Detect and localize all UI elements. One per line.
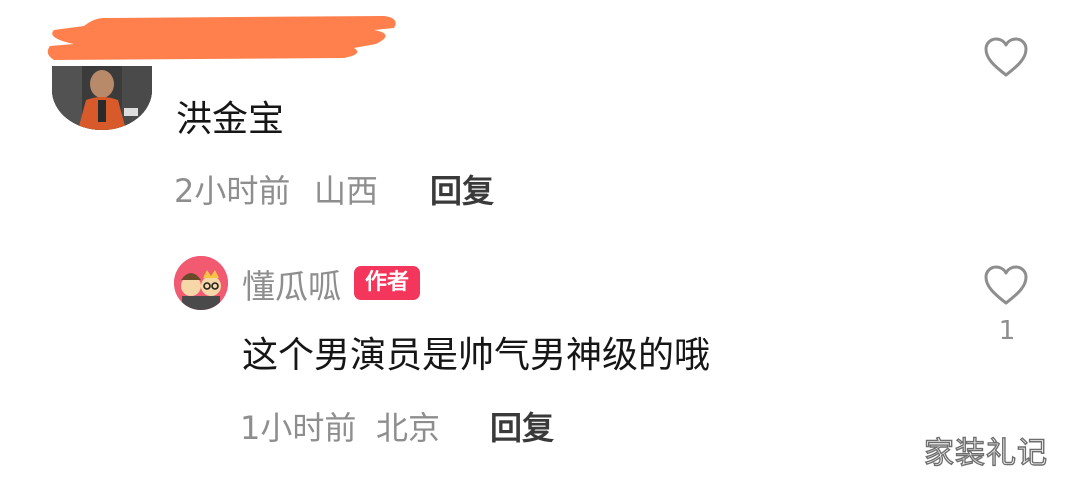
- reply-button[interactable]: 回复: [490, 403, 554, 449]
- comment-location: 北京: [376, 409, 441, 447]
- reply-comment-text: 这个男演员是帅气男神级的哦: [242, 335, 711, 376]
- watermark: 家装礼记: [923, 435, 1048, 471]
- heart-outline-icon[interactable]: [983, 36, 1029, 78]
- heart-outline-icon[interactable]: [983, 264, 1029, 306]
- reply-button[interactable]: 回复: [430, 166, 494, 212]
- comment-time: 1小时前: [240, 409, 357, 447]
- comment-text: 洪金宝: [176, 99, 285, 140]
- commenter-avatar[interactable]: [52, 66, 152, 130]
- author-username[interactable]: 懂瓜呱: [242, 260, 341, 308]
- comment-location: 山西: [314, 172, 379, 210]
- like-count: 1: [998, 316, 1016, 346]
- comment-time: 2小时前: [174, 172, 291, 210]
- username-redaction: [44, 14, 400, 62]
- author-avatar[interactable]: [174, 256, 228, 310]
- author-badge: 作者: [354, 266, 420, 300]
